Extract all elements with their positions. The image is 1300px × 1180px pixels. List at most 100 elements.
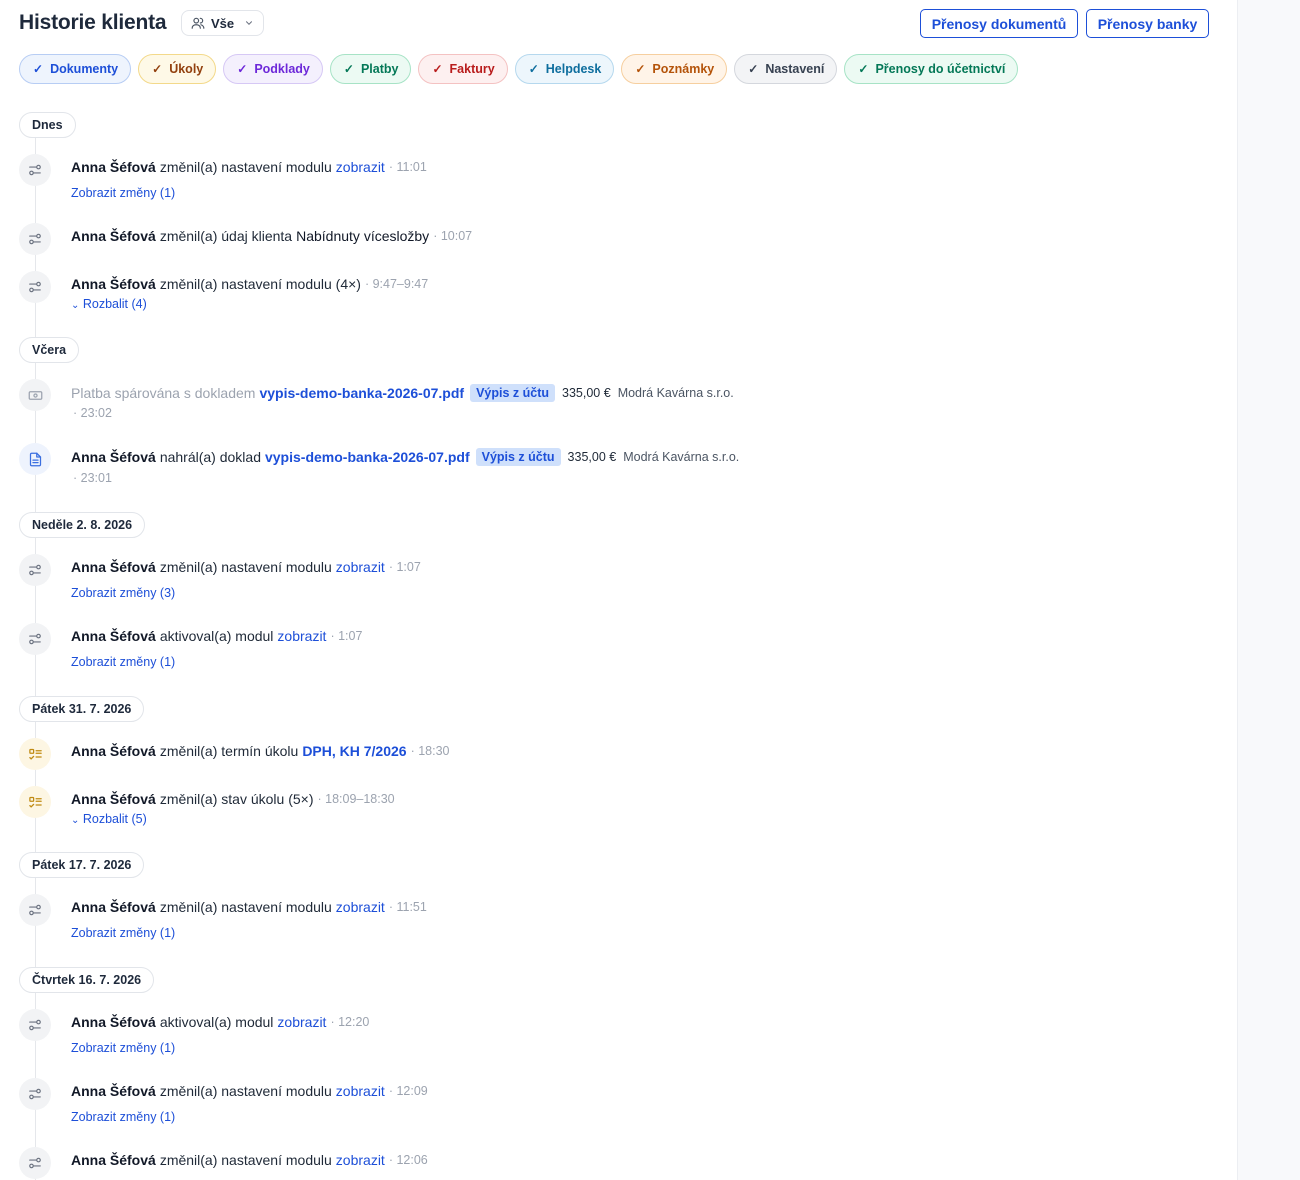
event-time: · 9:47–9:47: [364, 277, 429, 291]
filter-chip-faktury[interactable]: ✓ Faktury: [418, 54, 508, 84]
document-type-badge: Výpis z účtu: [475, 448, 561, 466]
event-action: aktivoval(a) modul: [159, 628, 274, 644]
event-actor: Anna Šéfová: [71, 228, 156, 244]
sliders-icon: [19, 623, 51, 655]
show-changes-link[interactable]: Zobrazit změny (1): [71, 1041, 175, 1055]
checklist-icon: [19, 786, 51, 818]
event-action: změnil(a) nastavení modulu (4×): [159, 276, 361, 292]
scope-select[interactable]: Vše: [181, 10, 264, 36]
event-row: Anna Šéfová změnil(a) nastavení modulu z…: [71, 1083, 428, 1099]
filter-chip-poznámky[interactable]: ✓ Poznámky: [621, 54, 728, 84]
event-time: · 18:30: [410, 744, 450, 758]
event-action: změnil(a) nastavení modulu: [159, 1152, 332, 1168]
document-link[interactable]: vypis-demo-banka-2026-07.pdf: [265, 449, 470, 465]
event-link[interactable]: zobrazit: [336, 899, 385, 915]
event-time: · 1:07: [388, 560, 421, 574]
expand-link[interactable]: ⌄ Rozbalit (5): [71, 812, 147, 826]
check-icon: ✓: [343, 62, 354, 76]
event-time: · 10:07: [433, 229, 473, 243]
users-icon: [191, 16, 205, 30]
event-time: · 23:02: [73, 406, 112, 420]
filter-chip-platby[interactable]: ✓ Platby: [329, 54, 412, 84]
event-link[interactable]: zobrazit: [277, 628, 326, 644]
sliders-icon: [19, 1078, 51, 1110]
event-row: Anna Šéfová nahrál(a) doklad vypis-demo-…: [71, 448, 739, 466]
amount: 335,00 €: [567, 450, 617, 464]
filter-chip-přenosy-do-účetnictví[interactable]: ✓ Přenosy do účetnictví: [844, 54, 1019, 84]
check-icon: ✓: [432, 62, 443, 76]
event-action: změnil(a) stav úkolu (5×): [159, 791, 314, 807]
chevron-down-icon: [244, 18, 254, 28]
sliders-icon: [19, 154, 51, 186]
event-action: změnil(a) nastavení modulu: [159, 559, 332, 575]
check-icon: ✓: [33, 62, 44, 76]
task-link[interactable]: DPH, KH 7/2026: [302, 743, 406, 759]
event-actor: Anna Šéfová: [71, 159, 156, 175]
filter-chip-label: Helpdesk: [545, 62, 602, 76]
filter-chip-label: Faktury: [449, 62, 495, 76]
expand-label: Rozbalit (4): [82, 297, 147, 311]
check-icon: ✓: [237, 62, 248, 76]
sliders-icon: [19, 554, 51, 586]
event-actor: Anna Šéfová: [71, 791, 156, 807]
show-changes-link[interactable]: Zobrazit změny (1): [71, 655, 175, 669]
event-link[interactable]: zobrazit: [336, 159, 385, 175]
show-changes-link[interactable]: Zobrazit změny (1): [71, 1110, 175, 1124]
event-actor: Anna Šéfová: [71, 628, 156, 644]
event-row: Anna Šéfová změnil(a) nastavení modulu z…: [71, 559, 421, 575]
expand-link[interactable]: ⌄ Rozbalit (4): [71, 297, 147, 311]
bank-transfers-button[interactable]: Přenosy banky: [1086, 9, 1209, 38]
event-actor: Anna Šéfová: [71, 899, 156, 915]
sliders-icon: [19, 271, 51, 303]
day-separator: Pátek 17. 7. 2026: [19, 852, 145, 878]
event-actor: Anna Šéfová: [71, 1083, 156, 1099]
show-changes-link[interactable]: Zobrazit změny (3): [71, 586, 175, 600]
event-action: změnil(a) nastavení modulu: [159, 1083, 332, 1099]
event-time: · 18:09–18:30: [317, 792, 395, 806]
show-changes-link[interactable]: Zobrazit změny (1): [71, 186, 175, 200]
check-icon: ✓: [635, 62, 646, 76]
event-link[interactable]: zobrazit: [336, 559, 385, 575]
event-row: Anna Šéfová změnil(a) stav úkolu (5×) · …: [71, 791, 395, 807]
event-actor: Anna Šéfová: [71, 559, 156, 575]
filter-chip-dokumenty[interactable]: ✓ Dokumenty: [19, 54, 132, 84]
sliders-icon: [19, 1147, 51, 1179]
event-action: změnil(a) nastavení modulu: [159, 159, 332, 175]
check-icon: ✓: [152, 62, 163, 76]
document-link[interactable]: vypis-demo-banka-2026-07.pdf: [259, 385, 464, 401]
event-action: změnil(a) termín úkolu: [159, 743, 299, 759]
check-icon: ✓: [858, 62, 869, 76]
event-link[interactable]: zobrazit: [277, 1014, 326, 1030]
expand-label: Rozbalit (5): [82, 812, 147, 826]
day-separator: Včera: [19, 337, 80, 363]
document-icon: [19, 443, 51, 475]
day-separator: Čtvrtek 16. 7. 2026: [19, 967, 155, 993]
event-action: Platba spárována s dokladem: [71, 385, 256, 401]
filter-chip-helpdesk[interactable]: ✓ Helpdesk: [514, 54, 615, 84]
event-action: změnil(a) údaj klienta: [159, 228, 293, 244]
event-row: Anna Šéfová aktivoval(a) modul zobrazit …: [71, 1014, 369, 1030]
history-panel: Historie klienta Vše Přenosy dokumentů P…: [0, 0, 1237, 1180]
event-row: Anna Šéfová změnil(a) nastavení modulu z…: [71, 1152, 428, 1168]
filter-chip-label: Platby: [360, 62, 399, 76]
filter-chip-nastavení[interactable]: ✓ Nastavení: [734, 54, 838, 84]
show-changes-link[interactable]: Zobrazit změny (1): [71, 926, 175, 940]
document-transfers-button[interactable]: Přenosy dokumentů: [920, 9, 1078, 38]
event-link[interactable]: zobrazit: [336, 1083, 385, 1099]
filter-chip-podklady[interactable]: ✓ Podklady: [223, 54, 323, 84]
event-actor: Anna Šéfová: [71, 743, 156, 759]
sliders-icon: [19, 223, 51, 255]
event-row: Anna Šéfová aktivoval(a) modul zobrazit …: [71, 628, 362, 644]
filter-chip-label: Podklady: [254, 62, 310, 76]
event-row: Anna Šéfová změnil(a) nastavení modulu (…: [71, 276, 428, 292]
event-row: Anna Šéfová změnil(a) údaj klienta Nabíd…: [71, 228, 472, 244]
event-time: · 11:51: [388, 900, 427, 914]
day-separator: Neděle 2. 8. 2026: [19, 512, 146, 538]
event-link[interactable]: zobrazit: [336, 1152, 385, 1168]
filter-chip-úkoly[interactable]: ✓ Úkoly: [138, 54, 217, 84]
event-target: Nabídnuty vícesložby: [296, 228, 430, 244]
payee: Modrá Kavárna s.r.o.: [623, 450, 740, 464]
event-time: · 12:09: [388, 1084, 428, 1098]
filter-chips: ✓ Dokumenty ✓ Úkoly ✓ Podklady ✓ Platby ✓ Faktury…: [19, 54, 1025, 84]
event-time: · 1:07: [330, 629, 363, 643]
